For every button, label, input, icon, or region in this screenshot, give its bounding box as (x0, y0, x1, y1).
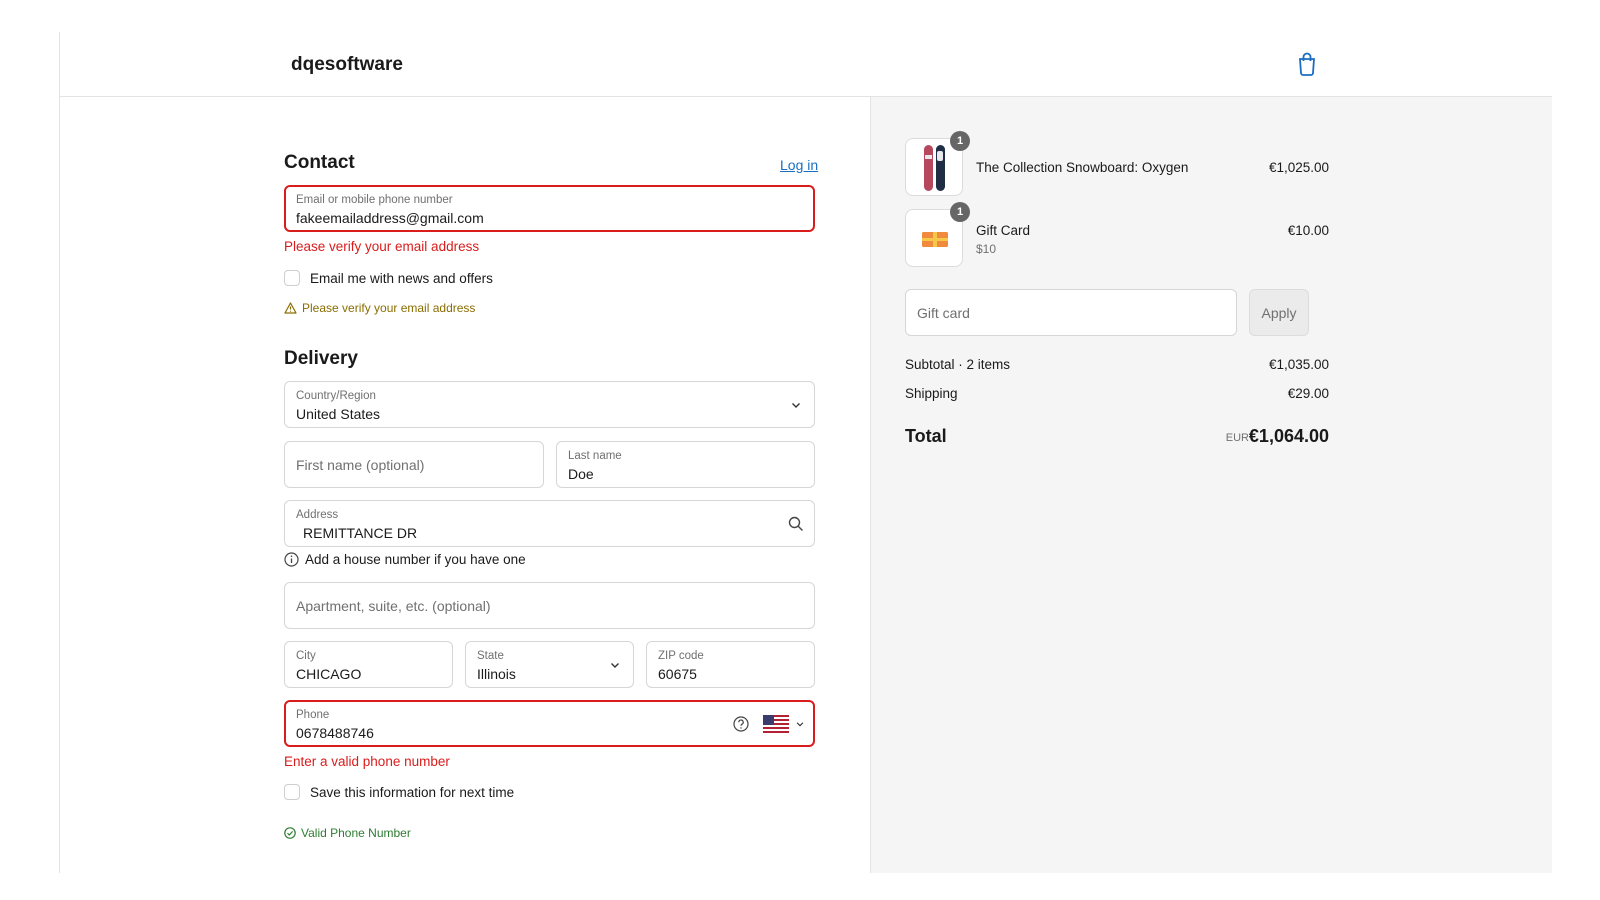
warning-icon (284, 302, 297, 314)
phone-value: 0678488746 (296, 725, 374, 741)
header: dqesoftware (60, 32, 1552, 97)
last-name-value: Doe (568, 466, 594, 482)
save-info-checkbox[interactable] (284, 784, 300, 800)
news-checkbox[interactable] (284, 270, 300, 286)
valid-phone-note: Valid Phone Number (284, 826, 411, 840)
info-icon (284, 552, 299, 567)
state-value: Illinois (477, 666, 516, 682)
quantity-badge: 1 (950, 131, 970, 151)
phone-label: Phone (296, 709, 330, 721)
address-value: REMITTANCE DR (303, 525, 418, 541)
email-warning-text: Please verify your email address (302, 301, 476, 315)
search-icon[interactable] (788, 516, 804, 532)
login-link[interactable]: Log in (780, 157, 818, 173)
shipping-value: €29.00 (1287, 386, 1329, 401)
last-name-label: Last name (568, 450, 622, 462)
apartment-field[interactable]: Apartment, suite, etc. (optional) (284, 582, 815, 629)
apartment-placeholder: Apartment, suite, etc. (optional) (296, 597, 491, 614)
product-price: €1,025.00 (1268, 160, 1329, 175)
city-value: CHICAGO (296, 666, 362, 682)
check-circle-icon (284, 827, 296, 839)
city-label: City (296, 650, 316, 662)
email-error: Please verify your email address (284, 239, 480, 254)
address-field[interactable]: Address REMITTANCE DR (284, 500, 815, 547)
state-select[interactable]: State Illinois (465, 641, 634, 688)
address-label: Address (296, 509, 339, 521)
phone-field[interactable]: Phone 0678488746 (284, 700, 815, 747)
total-currency: EUR (1225, 432, 1249, 444)
valid-phone-text: Valid Phone Number (301, 826, 411, 840)
save-info-checkbox-row[interactable]: Save this information for next time (284, 784, 514, 800)
city-field[interactable]: City CHICAGO (284, 641, 453, 688)
save-info-label: Save this information for next time (310, 784, 515, 800)
zip-value: 60675 (658, 666, 697, 682)
news-checkbox-label: Email me with news and offers (310, 270, 493, 286)
product-name: Gift Card (976, 223, 1031, 238)
product-name: The Collection Snowboard: Oxygen (976, 160, 1189, 175)
state-label: State (477, 650, 504, 662)
total-value: €1,064.00 (1248, 426, 1329, 446)
order-summary: 1 The Collection Snowboard: Oxygen €1,02… (870, 97, 1552, 873)
gift-card-placeholder: Gift card (917, 304, 970, 321)
contact-heading: Contact (284, 152, 355, 173)
last-name-field[interactable]: Last name Doe (556, 441, 815, 488)
zip-label: ZIP code (658, 650, 704, 662)
address-hint: Add a house number if you have one (284, 552, 526, 567)
first-name-placeholder: First name (optional) (296, 456, 425, 473)
email-field[interactable]: Email or mobile phone number fakeemailad… (284, 185, 815, 232)
product-price: €10.00 (1287, 223, 1329, 238)
shipping-label: Shipping (905, 386, 958, 401)
product-variant: $10 (976, 242, 997, 256)
us-flag-icon[interactable] (763, 715, 789, 733)
shopping-bag-icon[interactable] (1296, 52, 1318, 76)
total-label: Total (905, 426, 947, 446)
country-value: United States (296, 406, 381, 422)
checkout-page: dqesoftware Contact Log in Email or mobi… (59, 32, 1552, 873)
chevron-down-icon[interactable] (795, 719, 805, 729)
email-warning: Please verify your email address (284, 301, 475, 315)
email-label: Email or mobile phone number (296, 194, 453, 206)
zip-field[interactable]: ZIP code 60675 (646, 641, 815, 688)
news-checkbox-row[interactable]: Email me with news and offers (284, 270, 493, 286)
email-value: fakeemailaddress@gmail.com (296, 210, 484, 226)
subtotal-value: €1,035.00 (1268, 357, 1329, 372)
country-label: Country/Region (296, 390, 376, 402)
first-name-field[interactable]: First name (optional) (284, 441, 544, 488)
phone-error: Enter a valid phone number (284, 754, 450, 769)
chevron-down-icon (792, 402, 800, 408)
apply-button[interactable]: Apply (1249, 289, 1309, 336)
quantity-badge: 1 (950, 202, 970, 222)
help-icon[interactable] (733, 716, 749, 732)
delivery-heading: Delivery (284, 348, 358, 369)
chevron-down-icon (611, 662, 619, 668)
country-select[interactable]: Country/Region United States (284, 381, 815, 428)
gift-card-input[interactable]: Gift card (905, 289, 1237, 336)
address-hint-text: Add a house number if you have one (305, 552, 526, 567)
subtotal-label: Subtotal · 2 items (905, 357, 1011, 372)
store-logo[interactable]: dqesoftware (291, 54, 403, 76)
